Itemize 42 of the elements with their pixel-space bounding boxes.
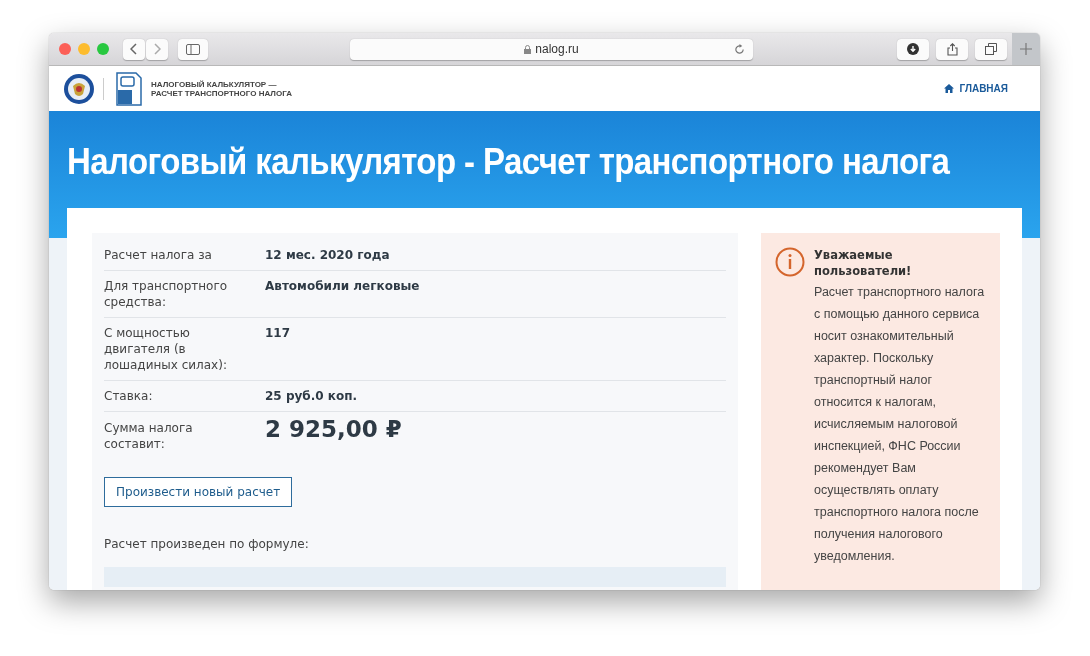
sidebar-icon xyxy=(186,43,200,55)
formula-label: Расчет произведен по формуле: xyxy=(104,537,310,551)
share-icon xyxy=(946,42,958,56)
home-link[interactable]: ГЛАВНАЯ xyxy=(944,83,1008,94)
row-label: Ставка: xyxy=(104,388,154,404)
reload-icon[interactable] xyxy=(734,43,745,55)
url-text: nalog.ru xyxy=(535,42,579,56)
sidebar-button[interactable] xyxy=(178,38,208,60)
row-value: 117 xyxy=(265,325,291,342)
download-button[interactable] xyxy=(897,38,929,60)
logo-text: РАСЧЕТ ТРАНСПОРТНОГО НАЛОГА xyxy=(151,88,292,98)
row-label: Для транспортного средства: xyxy=(104,278,229,310)
notice-title: Уважаемые пользователи! xyxy=(814,247,913,279)
plus-icon xyxy=(1020,43,1032,55)
back-button[interactable] xyxy=(123,38,145,60)
row-label: С мощностью двигателя (в лошадиных силах): xyxy=(104,325,228,373)
tabs-icon xyxy=(985,43,997,55)
lock-icon xyxy=(524,44,532,54)
notice-text: Расчет транспортного налога с помощью данного сервиса носит ознакомительный характер. Поскольку транспортный налог относится к налогам, исчисляемым налоговой инспекцией, ФНС России рекомендует Вам осуществлять оплату транспортного налога после получения налогового уведомления. xyxy=(814,284,986,565)
new-tab-button[interactable] xyxy=(1012,33,1040,65)
row-label: Сумма налога составит: xyxy=(104,420,194,452)
home-icon xyxy=(944,84,955,93)
info-icon xyxy=(775,247,805,277)
close-button[interactable] xyxy=(59,43,71,55)
page-title: Налоговый калькулятор - Расчет транспортного налога xyxy=(67,140,950,183)
tabs-button[interactable] xyxy=(975,38,1007,60)
row-value: 12 мес. 2020 года xyxy=(265,247,390,263)
share-button[interactable] xyxy=(936,38,968,60)
chevron-right-icon xyxy=(153,43,161,55)
download-icon xyxy=(907,43,919,55)
address-bar[interactable]: nalog.ru xyxy=(350,38,753,60)
row-label: Расчет налога за xyxy=(104,247,213,263)
tax-amount: 2 925,00 ₽ xyxy=(265,415,402,444)
zoom-button[interactable] xyxy=(97,43,109,55)
row-value: Автомобили легковые xyxy=(265,278,420,295)
row-value: 25 руб.0 коп. xyxy=(265,388,357,404)
emblem-icon xyxy=(64,73,94,104)
logo-text: НАЛОГОВЫЙ КАЛЬКУЛЯТОР — xyxy=(151,79,278,89)
forward-button[interactable] xyxy=(146,38,168,60)
chevron-left-icon xyxy=(130,43,138,55)
calculator-document-icon xyxy=(116,71,142,106)
new-calculation-button[interactable]: Произвести новый расчет xyxy=(104,477,293,507)
